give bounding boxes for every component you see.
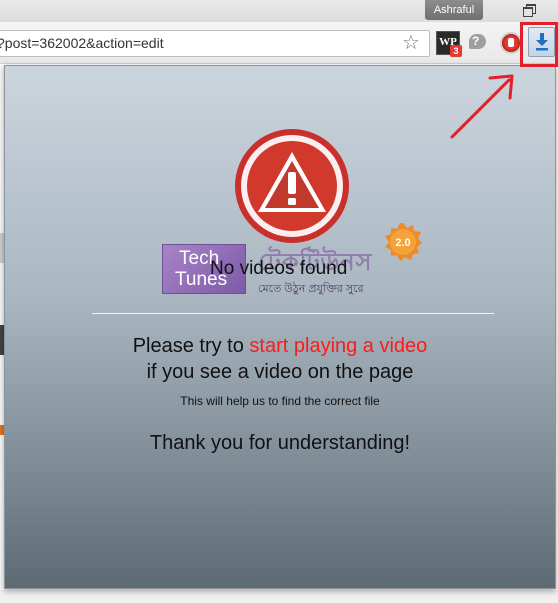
profile-badge[interactable]: Ashraful	[425, 0, 483, 20]
version-text: 2.0	[395, 237, 410, 249]
warning-icon	[235, 129, 349, 243]
wp-badge: 3	[450, 45, 462, 57]
instruction-highlight: start playing a video	[249, 335, 428, 357]
watermark-tagline: মেতে উঠুন প্রযুক্তির সুরে	[258, 283, 364, 295]
browser-toolbar: ?post=362002&action=edit ☆ WP 3 ?	[0, 22, 558, 64]
divider	[92, 313, 494, 314]
address-bar[interactable]: ?post=362002&action=edit ☆	[0, 30, 430, 57]
thanks-text: Thank you for understanding!	[149, 432, 411, 454]
hangouts-glyph: ?	[472, 34, 480, 48]
wordpress-extension-icon[interactable]: WP 3	[436, 31, 462, 57]
instruction-line-2: if you see a video on the page	[146, 361, 414, 383]
version-badge: 2.0	[385, 223, 422, 261]
browser-titlebar: Ashraful	[0, 0, 558, 22]
background-page-bottom	[0, 590, 558, 603]
status-message: No videos found	[210, 258, 348, 279]
url-text[interactable]: ?post=362002&action=edit	[0, 35, 164, 51]
adblock-extension-icon[interactable]	[500, 32, 522, 54]
extension-popup: Tech Tunes টেকটিউনস মেতে উঠুন প্রযুক্তির…	[4, 65, 556, 589]
help-text: This will help us to find the correct fi…	[180, 394, 380, 408]
instruction-line-1: Please try to start playing a video	[5, 335, 555, 358]
annotation-highlight-box	[520, 22, 558, 67]
hangouts-extension-icon[interactable]: ?	[468, 33, 488, 53]
instruction-prefix: Please try to	[132, 335, 244, 357]
star-icon[interactable]: ☆	[402, 32, 420, 54]
window-restore-icon[interactable]	[522, 3, 536, 17]
